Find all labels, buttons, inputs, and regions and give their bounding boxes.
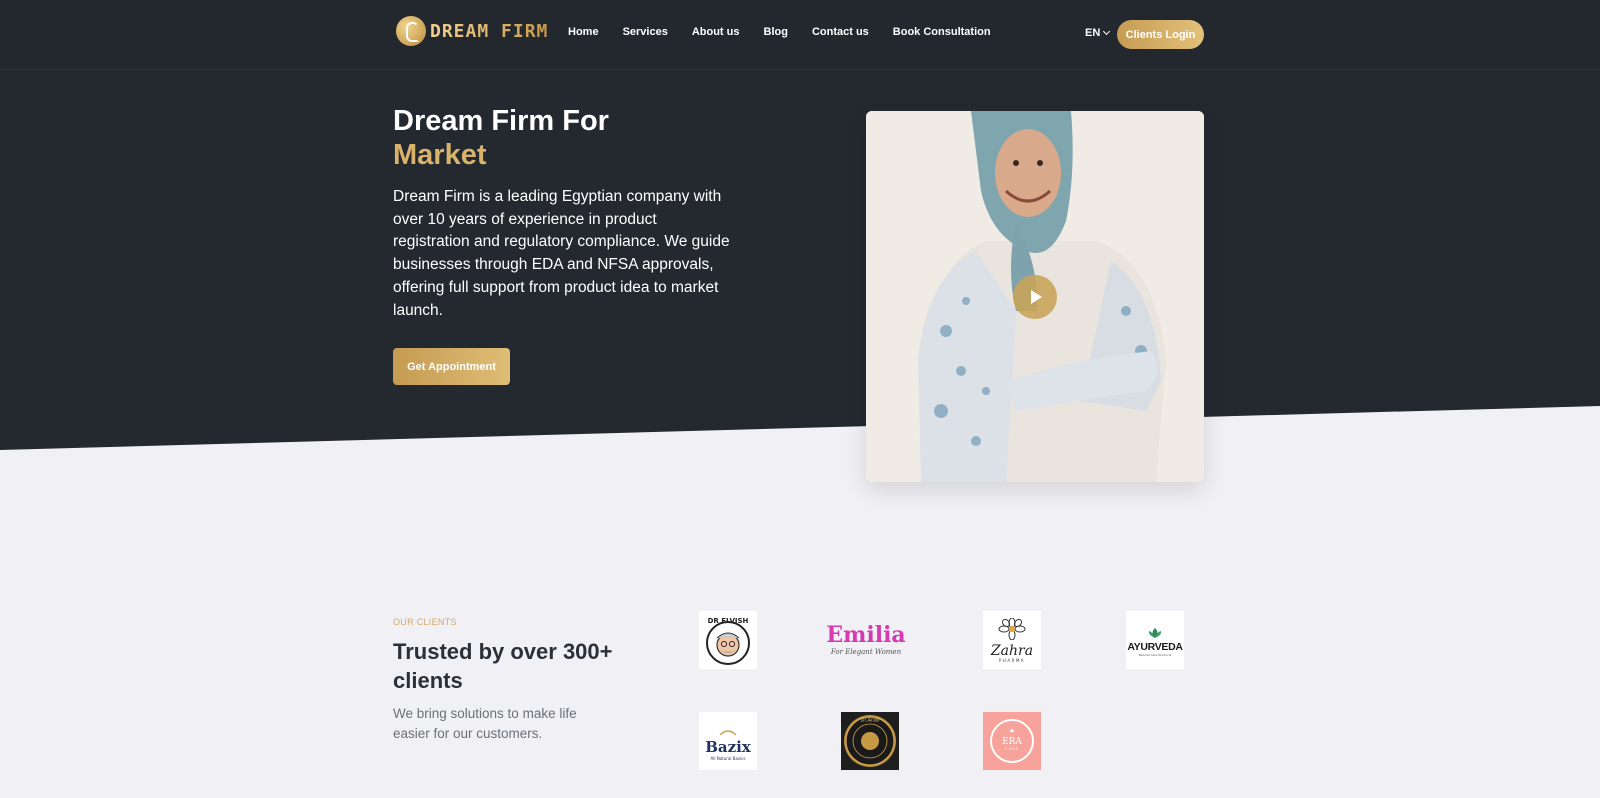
client-logo-ayurveda: AYURVEDA Natural Care Products — [1126, 611, 1184, 669]
chevron-down-icon — [1103, 27, 1111, 36]
clients-eyebrow: OUR CLIENTS — [393, 617, 457, 627]
nav-services[interactable]: Services — [623, 26, 668, 38]
logo-mark-icon — [396, 16, 426, 46]
brand-logo[interactable]: DREAM FIRM — [396, 16, 548, 46]
nav-book-consultation[interactable]: Book Consultation — [893, 26, 991, 38]
client-logo-emilia: Emilia For Elegant Women — [822, 611, 910, 669]
client-logo-dr-arab: Dr.Arab — [841, 712, 899, 770]
era-logo: ERA CARE — [983, 712, 1041, 770]
clients-title: Trusted by over 300+ clients — [393, 639, 613, 693]
zahra-text: Zahra — [990, 642, 1034, 659]
nav-about-us[interactable]: About us — [692, 26, 740, 38]
hero-title: Dream Firm For Market — [393, 104, 609, 172]
dr-arab-seal: Dr.Arab — [841, 712, 899, 770]
hero-background — [0, 70, 1600, 450]
era-text: ERA — [1002, 737, 1022, 747]
get-appointment-button[interactable]: Get Appointment — [393, 348, 510, 385]
logo-text: DREAM FIRM — [430, 20, 549, 42]
emilia-text: Emilia — [826, 622, 906, 648]
nav-blog[interactable]: Blog — [764, 26, 788, 38]
leaf-icon — [1148, 627, 1162, 638]
client-logo-era: ERA CARE — [983, 712, 1041, 770]
clients-login-button[interactable]: Clients Login — [1117, 20, 1204, 49]
dr-elvish-text: DR ELVISH — [708, 617, 749, 625]
language-label: EN — [1085, 27, 1101, 39]
play-video-button[interactable] — [1013, 275, 1057, 319]
bazix-text: Bazix — [705, 738, 751, 756]
client-logo-zahra: Zahra PHARMA — [983, 611, 1041, 669]
wheat-icon — [719, 730, 737, 736]
ayurveda-text: AYURVEDA — [1127, 640, 1183, 653]
site-header: DREAM FIRM Home Services About us Blog C… — [0, 0, 1600, 70]
client-logo-bazix: Bazix All Natural Basics — [699, 712, 757, 770]
hero-title-line2: Market — [393, 139, 487, 171]
hero-title-line1: Dream Firm For — [393, 105, 609, 137]
bazix-tagline: All Natural Basics — [710, 756, 746, 761]
emilia-tagline: For Elegant Women — [830, 648, 902, 656]
nav-home[interactable]: Home — [568, 26, 599, 38]
era-tagline: CARE — [1005, 747, 1018, 751]
language-selector[interactable]: EN — [1085, 27, 1111, 39]
dr-elvish-logo: DR ELVISH — [706, 617, 750, 665]
clients-description: We bring solutions to make life easier f… — [393, 706, 577, 741]
main-nav: Home Services About us Blog Contact us B… — [568, 26, 1015, 38]
play-icon — [1031, 290, 1042, 304]
client-logo-dr-elvish: DR ELVISH — [699, 611, 757, 669]
ayurveda-tagline: Natural Care Products — [1138, 653, 1172, 658]
hero-description: Dream Firm is a leading Egyptian company… — [393, 188, 730, 319]
dr-arab-text: Dr.Arab — [861, 718, 880, 724]
flower-icon — [998, 617, 1026, 640]
nav-contact-us[interactable]: Contact us — [812, 26, 869, 38]
